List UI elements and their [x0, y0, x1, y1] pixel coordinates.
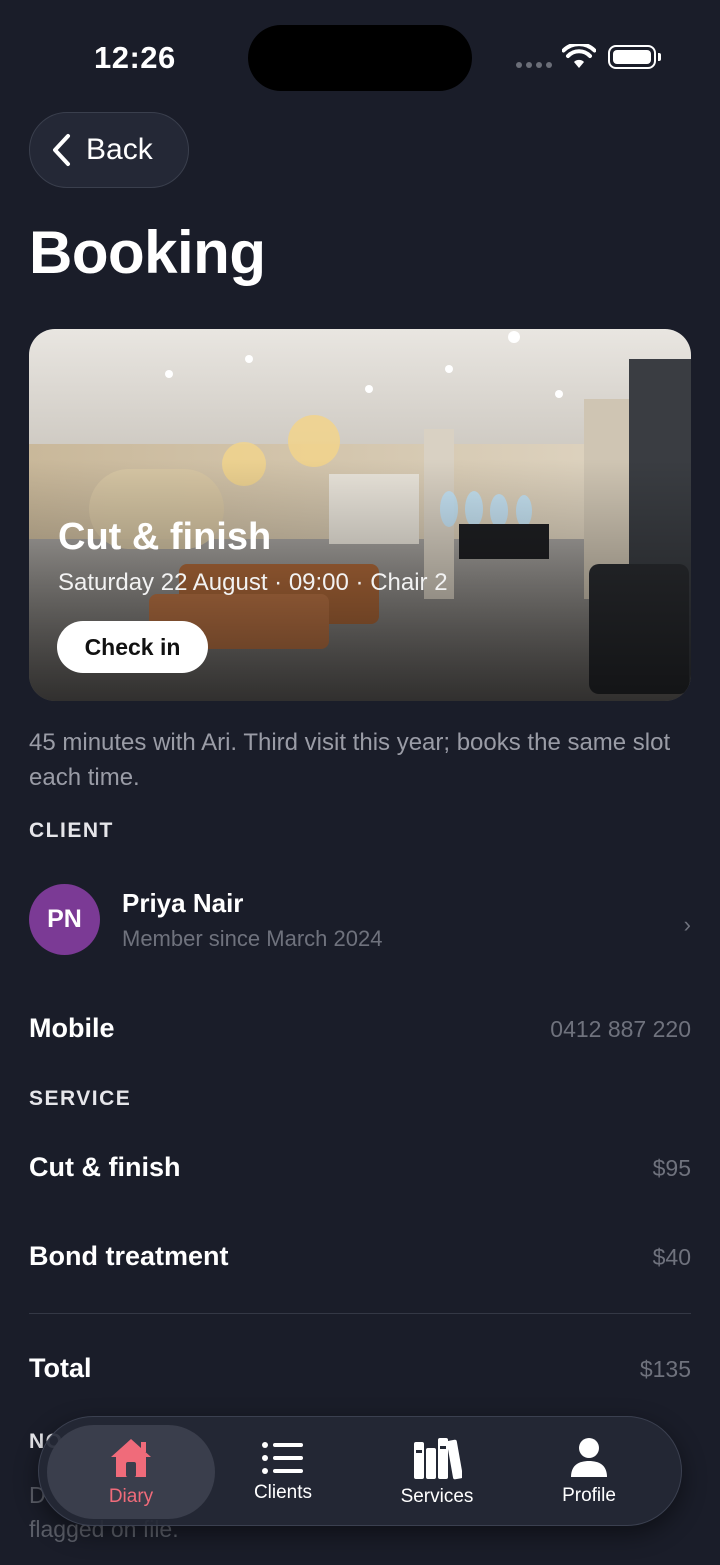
tab-clients[interactable]: Clients: [207, 1425, 359, 1519]
client-row[interactable]: PN Priya Nair Member since March 2024 ›: [29, 884, 691, 956]
dynamic-island: [248, 25, 472, 91]
service-item-price: $95: [652, 1155, 691, 1181]
tab-label: Services: [400, 1486, 474, 1507]
check-in-button[interactable]: Check in: [57, 621, 208, 673]
person-icon: [571, 1438, 607, 1477]
mobile-label: Mobile: [29, 1013, 115, 1043]
service-item-row: Bond treatment $40: [29, 1241, 691, 1281]
battery-icon: [608, 45, 661, 69]
tab-label: Diary: [108, 1486, 154, 1507]
tab-services[interactable]: Services: [361, 1425, 513, 1519]
mobile-value: 0412 887 220: [550, 1016, 691, 1042]
list-icon: [262, 1442, 303, 1474]
tab-label: Profile: [562, 1485, 616, 1506]
booking-hero-card: Cut & finish Saturday 22 August · 09:00 …: [29, 329, 691, 701]
client-name: Priya Nair: [122, 888, 244, 918]
service-item-name: Bond treatment: [29, 1241, 229, 1271]
mobile-row[interactable]: Mobile 0412 887 220: [29, 1013, 691, 1053]
back-button[interactable]: Back: [29, 112, 189, 188]
tab-label: Clients: [253, 1482, 313, 1503]
service-title: Cut & finish: [58, 516, 272, 558]
service-item-name: Cut & finish: [29, 1152, 181, 1182]
total-value: $135: [639, 1356, 691, 1382]
books-icon: [414, 1438, 462, 1480]
service-section-label: SERVICE: [29, 1087, 132, 1110]
total-label: Total: [29, 1353, 92, 1383]
divider: [29, 1313, 691, 1314]
booking-datetime: Saturday 22 August · 09:00 · Chair 2: [58, 569, 448, 596]
status-bar: 12:26: [0, 0, 720, 110]
client-section-label: CLIENT: [29, 819, 114, 842]
status-time: 12:26: [94, 40, 176, 75]
tab-profile[interactable]: Profile: [513, 1425, 665, 1519]
total-row: Total $135: [29, 1353, 691, 1393]
chevron-right-icon: ›: [683, 912, 691, 937]
service-item-row: Cut & finish $95: [29, 1152, 691, 1192]
page-title: Booking: [29, 219, 266, 286]
back-label: Back: [86, 133, 153, 166]
avatar: PN: [29, 884, 100, 955]
signal-icon: [516, 62, 552, 68]
tab-diary[interactable]: Diary: [47, 1425, 215, 1519]
service-item-price: $40: [652, 1244, 691, 1270]
client-member-since: Member since March 2024: [122, 926, 383, 951]
wifi-icon: [562, 44, 596, 68]
tab-bar: Diary Clients Services Profile: [38, 1416, 682, 1526]
house-icon: [111, 1439, 151, 1477]
booking-description: 45 minutes with Ari. Third visit this ye…: [29, 729, 671, 791]
chevron-left-icon: [53, 134, 70, 166]
